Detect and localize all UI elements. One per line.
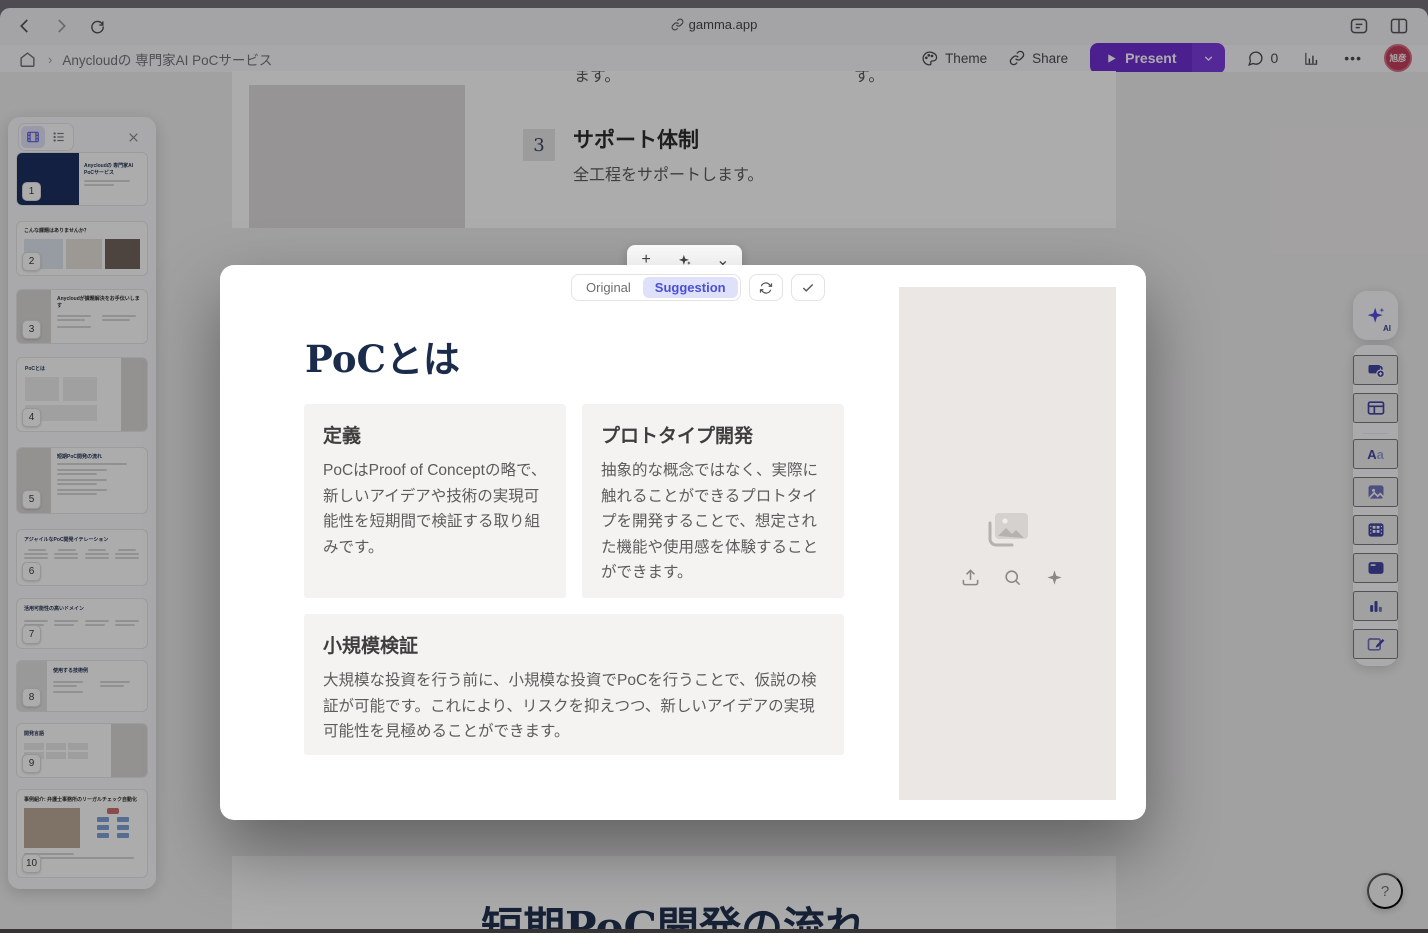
original-tab[interactable]: Original [574,277,643,298]
suggested-slide: PoCとは 定義 PoCはProof of Conceptの略で、新しいアイデア… [249,287,1116,800]
image-panel [899,287,1116,800]
card-title: プロトタイプ開発 [601,426,754,447]
refresh-icon [759,281,772,294]
card-title: 小規模検証 [323,636,419,657]
suggestion-tab[interactable]: Suggestion [642,277,738,298]
search-image-button[interactable] [999,564,1025,590]
sparkle-icon [1046,569,1062,585]
search-icon [1004,569,1020,585]
card-body: 抽象的な概念ではなく、実際に触れることができるプロトタイプを開発することで、想定… [601,462,819,582]
slide-title: PoCとは [305,337,460,381]
regenerate-button[interactable] [748,274,783,301]
generate-image-button[interactable] [1041,564,1067,590]
ai-suggestion-modal: Original Suggestion PoCとは 定義 PoCはProof o… [220,265,1146,820]
image-placeholder-icon [988,513,1028,547]
card-title: 定義 [323,426,362,447]
image-placeholder-button[interactable] [984,509,1032,551]
upload-image-button[interactable] [957,564,983,590]
content-card-prototype: プロトタイプ開発 抽象的な概念ではなく、実際に触れることができるプロトタイプを開… [582,404,844,598]
original-suggestion-toggle: Original Suggestion [571,274,741,301]
upload-icon [962,568,978,585]
card-body: 大規模な投資を行う前に、小規模な投資でPoCを行うことで、仮説の検証が可能です。… [323,672,817,741]
content-card-small-scale: 小規模検証 大規模な投資を行う前に、小規模な投資でPoCを行うことで、仮説の検証… [304,614,844,755]
screen: gamma.app › Anycloudの 専門家AI PoCサービス Them… [0,0,1428,933]
accept-suggestion-button[interactable] [790,274,825,301]
card-body: PoCはProof of Conceptの略で、新しいアイデアや技術の実現可能性… [323,462,547,556]
check-icon [802,283,813,292]
content-card-definition: 定義 PoCはProof of Conceptの略で、新しいアイデアや技術の実現… [304,404,566,598]
